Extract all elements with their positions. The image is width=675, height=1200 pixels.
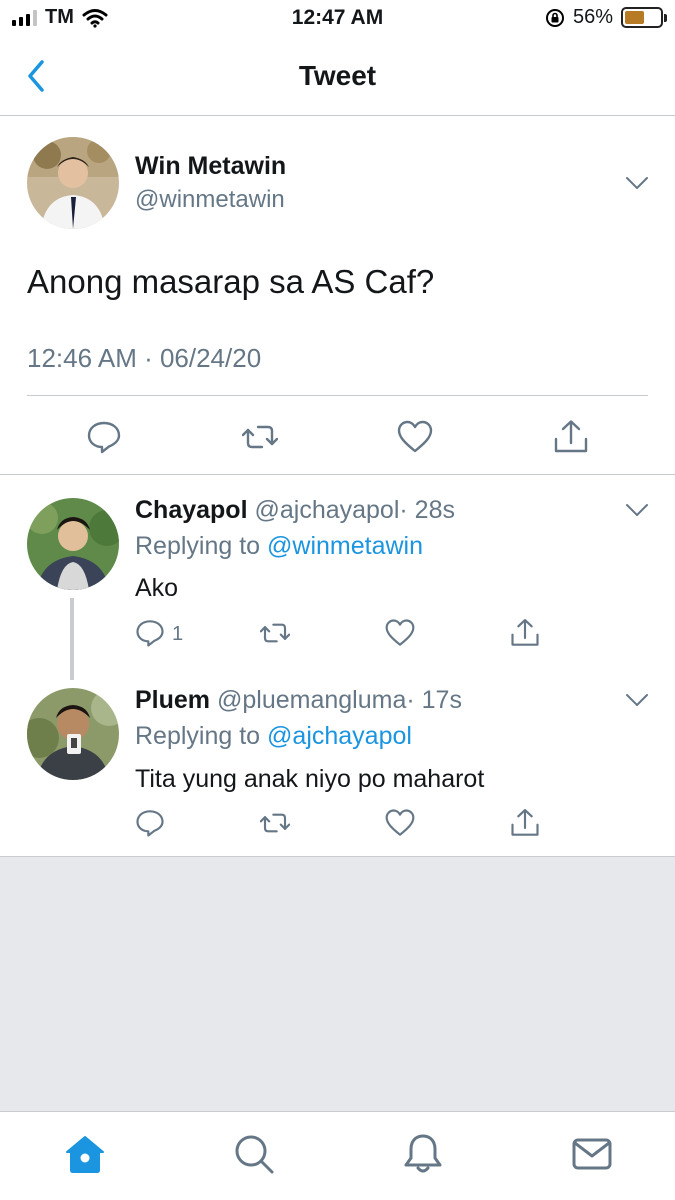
avatar[interactable] bbox=[27, 688, 119, 780]
tab-bar bbox=[0, 1111, 675, 1200]
share-button[interactable] bbox=[553, 419, 589, 455]
main-tweet: Win Metawin @winmetawin Anong masarap sa… bbox=[0, 117, 675, 475]
reply-button[interactable] bbox=[135, 618, 165, 648]
chevron-down-icon[interactable] bbox=[624, 502, 650, 518]
replying-to-link[interactable]: @winmetawin bbox=[267, 532, 423, 560]
reply-tweet[interactable]: Pluem @pluemangluma· 17s Replying to @aj… bbox=[0, 666, 675, 856]
nav-bar: Tweet bbox=[0, 38, 675, 116]
battery-percent: 56% bbox=[572, 6, 613, 28]
rotation-lock-icon bbox=[545, 8, 564, 27]
reply-tweet[interactable]: Chayapol @ajchayapol· 28s Replying to @w… bbox=[0, 476, 675, 666]
avatar[interactable] bbox=[27, 137, 119, 229]
like-button[interactable] bbox=[385, 618, 415, 648]
tweet-timestamp: 12:46 AM · 06/24/20 bbox=[27, 343, 262, 373]
avatar-image bbox=[27, 137, 119, 229]
reply-header: Chayapol @ajchayapol· 28s bbox=[135, 496, 455, 525]
reply-count: 1 bbox=[172, 623, 184, 645]
battery-fill bbox=[625, 11, 645, 24]
author-name[interactable]: Chayapol bbox=[135, 496, 248, 524]
author-name[interactable]: Pluem bbox=[135, 686, 210, 714]
search-icon[interactable] bbox=[232, 1132, 276, 1176]
page-title: Tweet bbox=[298, 60, 377, 91]
reply-button[interactable] bbox=[86, 419, 122, 455]
notifications-icon[interactable] bbox=[401, 1132, 445, 1176]
reply-actions: 1 bbox=[135, 618, 555, 650]
battery-icon bbox=[621, 7, 667, 28]
tweet-actions bbox=[0, 419, 675, 459]
chevron-down-icon[interactable] bbox=[624, 692, 650, 708]
reply-time: · 17s bbox=[406, 686, 462, 714]
retweet-button[interactable] bbox=[260, 808, 290, 838]
divider bbox=[27, 395, 648, 396]
reply-text: Ako bbox=[135, 574, 179, 602]
home-icon[interactable] bbox=[63, 1132, 107, 1176]
reply-button[interactable] bbox=[135, 808, 165, 838]
replying-label: Replying to bbox=[135, 532, 268, 560]
like-button[interactable] bbox=[385, 808, 415, 838]
empty-area bbox=[0, 857, 675, 1111]
author-handle[interactable]: @winmetawin bbox=[135, 186, 285, 214]
share-button[interactable] bbox=[510, 808, 540, 838]
chevron-down-icon[interactable] bbox=[624, 175, 650, 191]
replying-to: Replying to @ajchayapol bbox=[135, 722, 412, 751]
replying-to: Replying to @winmetawin bbox=[135, 532, 423, 561]
reply-header: Pluem @pluemangluma· 17s bbox=[135, 686, 462, 715]
author-handle[interactable]: @pluemangluma bbox=[217, 686, 406, 714]
status-right: 56% bbox=[545, 6, 667, 29]
author-name[interactable]: Win Metawin bbox=[135, 152, 286, 181]
retweet-button[interactable] bbox=[242, 419, 278, 455]
avatar[interactable] bbox=[27, 498, 119, 590]
share-button[interactable] bbox=[510, 618, 540, 648]
messages-icon[interactable] bbox=[570, 1132, 614, 1176]
reply-time: · 28s bbox=[399, 496, 455, 524]
like-button[interactable] bbox=[397, 419, 433, 455]
avatar-image bbox=[27, 688, 119, 780]
retweet-button[interactable] bbox=[260, 618, 290, 648]
status-bar: TM 12:47 AM 56% bbox=[0, 0, 675, 38]
replying-label: Replying to bbox=[135, 722, 268, 750]
avatar-image bbox=[27, 498, 119, 590]
tweet-text: Anong masarap sa AS Caf? bbox=[27, 263, 435, 300]
author-handle[interactable]: @ajchayapol bbox=[254, 496, 399, 524]
replying-to-link[interactable]: @ajchayapol bbox=[267, 722, 412, 750]
reply-actions bbox=[135, 808, 555, 840]
reply-text: Tita yung anak niyo po maharot bbox=[135, 765, 485, 793]
